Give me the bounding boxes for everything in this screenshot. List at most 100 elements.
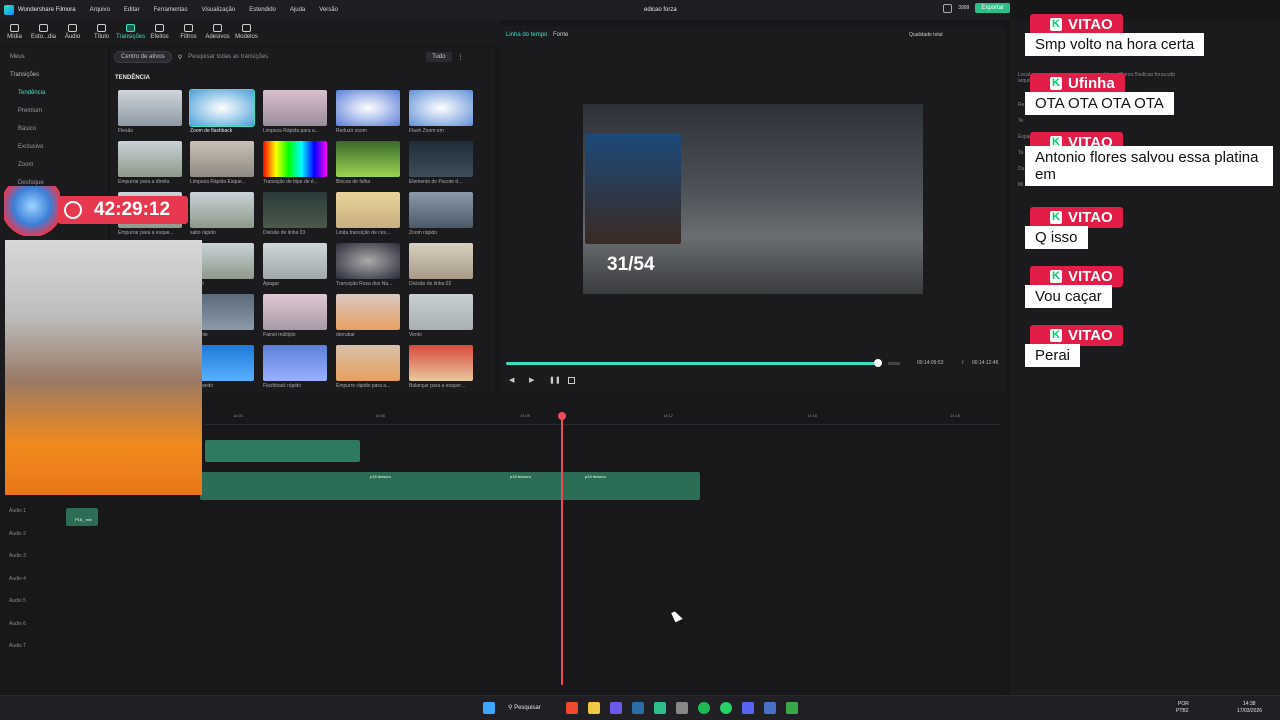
- clip-label: p18 tecsuro: [370, 474, 391, 479]
- sidebar-item-zoom[interactable]: Zoom: [0, 156, 108, 174]
- playhead[interactable]: [561, 415, 563, 685]
- export-button[interactable]: Exportar: [975, 3, 1010, 13]
- tab-audio[interactable]: Áudio: [58, 20, 87, 46]
- clock-time[interactable]: 14:38: [1243, 701, 1256, 707]
- tab-filtros[interactable]: Filtros: [174, 20, 203, 46]
- transition-thumbnail[interactable]: [189, 89, 255, 127]
- whatsapp-icon[interactable]: [720, 702, 732, 714]
- transition-thumbnail[interactable]: [190, 192, 254, 228]
- transition-thumbnail[interactable]: [263, 294, 327, 330]
- stop-icon[interactable]: [568, 377, 575, 384]
- transition-thumbnail[interactable]: [263, 345, 327, 381]
- chat-message: Vou caçar: [1025, 285, 1112, 308]
- discord-icon[interactable]: [610, 702, 622, 714]
- transition-thumbnail[interactable]: [336, 243, 400, 279]
- tab-timeline[interactable]: Linha do tempo: [506, 32, 547, 38]
- track-audio-3: Áudio 3: [9, 553, 26, 559]
- windows-start-icon[interactable]: [483, 702, 495, 714]
- brave-icon[interactable]: [566, 702, 578, 714]
- menu-arquivo[interactable]: Arquivo: [90, 7, 110, 13]
- transition-thumbnail[interactable]: [336, 192, 400, 228]
- media-icon: [10, 24, 19, 32]
- chat-message: OTA OTA OTA OTA: [1025, 92, 1174, 115]
- transition-thumbnail[interactable]: [336, 294, 400, 330]
- transition-label: Balançar para a esquer...: [409, 383, 465, 389]
- transition-thumbnail[interactable]: [263, 90, 327, 126]
- clock-date[interactable]: 17/03/2026: [1237, 708, 1262, 714]
- transition-thumbnail[interactable]: [409, 294, 473, 330]
- menu-versao[interactable]: Versão: [319, 7, 338, 13]
- video-clip-upper[interactable]: [205, 440, 360, 462]
- keyboard-layout[interactable]: PTB2: [1176, 708, 1189, 714]
- transition-thumbnail[interactable]: [409, 345, 473, 381]
- transition-thumbnail[interactable]: [336, 141, 400, 177]
- prop-label: Ta: [1018, 150, 1024, 156]
- tab-estoque[interactable]: Esto...dia: [29, 20, 58, 46]
- gift-icon[interactable]: [943, 3, 953, 13]
- prev-frame-icon[interactable]: ◀: [509, 376, 514, 384]
- tab-transicoes[interactable]: Transições: [116, 20, 145, 46]
- quality-dropdown[interactable]: Qualidade total: [909, 32, 943, 38]
- transition-thumbnail[interactable]: [263, 243, 327, 279]
- tab-modelos[interactable]: Modelos: [232, 20, 261, 46]
- time-separator: /: [962, 360, 964, 366]
- progress-bar[interactable]: [506, 362, 878, 365]
- transition-label: Transição de bipe de é...: [263, 179, 318, 185]
- tab-efeitos[interactable]: Efeitos: [145, 20, 174, 46]
- audio-clip[interactable]: P18_ mix: [66, 508, 98, 526]
- menu-estendido[interactable]: Estendido: [249, 7, 276, 13]
- transition-label: Zoom de flashback: [190, 128, 233, 134]
- spotify-icon[interactable]: [698, 702, 710, 714]
- sidebar-item-basico[interactable]: Básico: [0, 120, 108, 138]
- trophy-counter: 31/54: [607, 254, 655, 275]
- language[interactable]: POR: [1178, 701, 1189, 707]
- ruler-tick: 14:12: [663, 413, 674, 418]
- more-icon[interactable]: ⋮: [458, 54, 464, 61]
- tab-titulo[interactable]: Título: [87, 20, 116, 46]
- transition-thumbnail[interactable]: [336, 345, 400, 381]
- sidebar-item-tendencia[interactable]: Tendência: [0, 84, 108, 102]
- chrome-icon[interactable]: [676, 702, 688, 714]
- transition-label: Empurre rápido para a...: [336, 383, 391, 389]
- transition-thumbnail[interactable]: [409, 243, 473, 279]
- filter-dropdown[interactable]: Tudo: [426, 52, 452, 62]
- folder-icon[interactable]: [588, 702, 600, 714]
- tab-source[interactable]: Fonte: [553, 32, 568, 38]
- title-bar: Wondershare Filmora Arquivo Editar Ferrame…: [0, 0, 1010, 20]
- chat-user-label: VITAO: [1068, 268, 1113, 285]
- menu-editar[interactable]: Editar: [124, 7, 140, 13]
- transition-thumbnail[interactable]: [263, 192, 327, 228]
- transition-thumbnail[interactable]: [190, 141, 254, 177]
- sidebar-item-exclusivo[interactable]: Exclusivo: [0, 138, 108, 156]
- progress-knob[interactable]: [874, 359, 882, 367]
- transition-label: Empurrar para a direita: [118, 179, 170, 185]
- filmora-icon[interactable]: [654, 702, 666, 714]
- app-icon[interactable]: [742, 702, 754, 714]
- sidebar-item-meus[interactable]: Meus: [0, 48, 108, 66]
- asset-center-button[interactable]: Centro de ativos: [114, 51, 172, 63]
- transition-thumbnail[interactable]: [118, 90, 182, 126]
- menu-visualizacao[interactable]: Visualização: [202, 7, 236, 13]
- transition-label: Flash Zoom em: [409, 128, 444, 134]
- sidebar-item-transicoes[interactable]: Transições: [0, 66, 108, 84]
- notepad-icon[interactable]: [786, 702, 798, 714]
- play-icon[interactable]: ▶: [529, 376, 534, 384]
- menu-ajuda[interactable]: Ajuda: [290, 7, 305, 13]
- sidebar-item-premium[interactable]: Premium: [0, 102, 108, 120]
- search-input[interactable]: Pesquisar todas as transições: [188, 54, 420, 60]
- transition-thumbnail[interactable]: [263, 141, 327, 177]
- tab-adesivos[interactable]: Adesivos: [203, 20, 232, 46]
- menu-ferramentas[interactable]: Ferramentas: [154, 7, 188, 13]
- tab-midia[interactable]: Mídia: [0, 20, 29, 46]
- taskbar-search[interactable]: ⚲ Pesquisar: [503, 701, 546, 714]
- transition-thumbnail[interactable]: [118, 141, 182, 177]
- transition-thumbnail[interactable]: [409, 141, 473, 177]
- pause-icon[interactable]: ❚❚: [549, 376, 561, 384]
- app-icon[interactable]: [764, 702, 776, 714]
- steam-icon[interactable]: [632, 702, 644, 714]
- transition-thumbnail[interactable]: [409, 192, 473, 228]
- transition-thumbnail[interactable]: [409, 90, 473, 126]
- transition-thumbnail[interactable]: [336, 90, 400, 126]
- clip-label: p18 tecsuro: [510, 474, 531, 479]
- video-clip-main[interactable]: p18 tecsuro p18 tecsuro p18 tecsuro: [200, 472, 700, 500]
